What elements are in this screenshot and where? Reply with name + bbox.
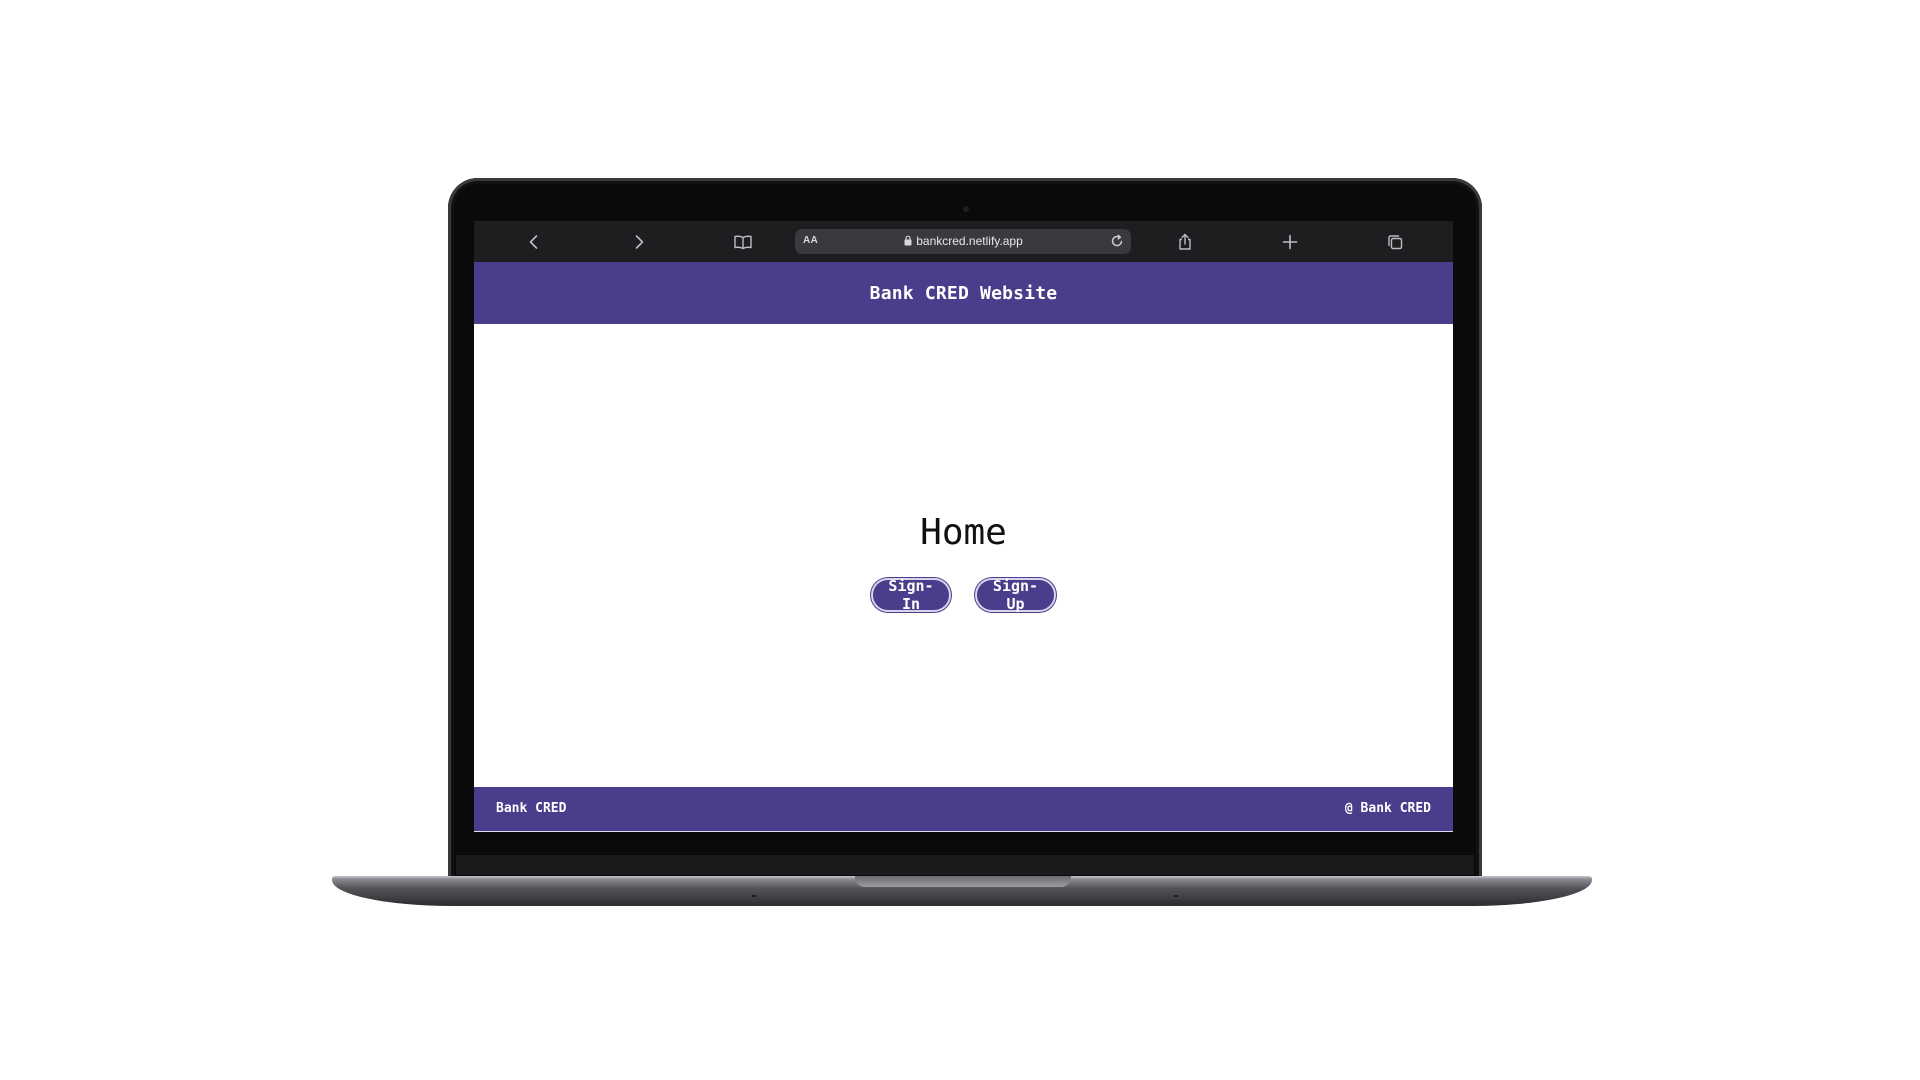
laptop-foot-right <box>1174 895 1178 897</box>
main-content: Home Sign-In Sign-Up <box>474 324 1453 787</box>
plus-icon[interactable] <box>1279 231 1301 253</box>
site-footer: Bank CRED @ Bank CRED <box>474 787 1453 832</box>
book-icon[interactable] <box>732 231 754 253</box>
chevron-left-icon[interactable] <box>523 231 545 253</box>
auth-button-group: Sign-In Sign-Up <box>474 577 1453 613</box>
lid-bottom-bezel <box>456 855 1474 875</box>
chevron-right-icon[interactable] <box>628 231 650 253</box>
footer-copyright: @ Bank CRED <box>1344 801 1431 816</box>
laptop-hinge-notch <box>855 876 1071 887</box>
site-header: Bank CRED Website <box>474 262 1453 324</box>
address-bar[interactable]: AA bankcred.netlify.app <box>795 229 1131 254</box>
sign-in-button[interactable]: Sign-In <box>871 577 951 613</box>
site-title: Bank CRED Website <box>869 282 1058 304</box>
reload-icon[interactable] <box>1109 233 1125 249</box>
browser-toolbar: AA bankcred.netlify.app <box>474 221 1453 262</box>
footer-brand: Bank CRED <box>496 801 567 816</box>
laptop-foot-left <box>752 895 756 897</box>
sign-up-button[interactable]: Sign-Up <box>975 577 1056 613</box>
share-icon[interactable] <box>1174 231 1196 253</box>
tabs-icon[interactable] <box>1384 231 1406 253</box>
page-heading: Home <box>920 512 1007 553</box>
lock-icon <box>904 235 912 246</box>
url-text: bankcred.netlify.app <box>916 234 1023 248</box>
camera <box>963 206 969 212</box>
url-display[interactable]: bankcred.netlify.app <box>795 234 1131 249</box>
laptop-screen: AA bankcred.netlify.app Bank CRED Websit… <box>474 221 1453 832</box>
